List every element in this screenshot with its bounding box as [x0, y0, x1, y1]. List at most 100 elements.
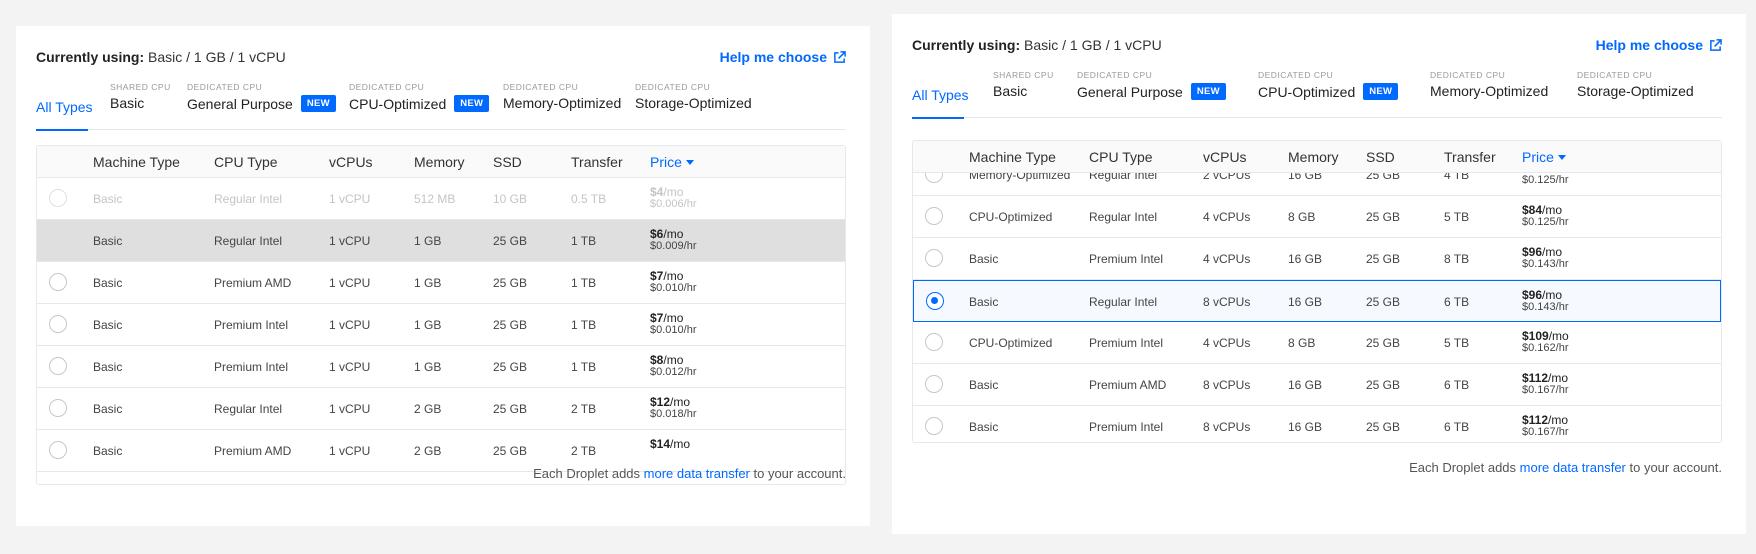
table-row-selected[interactable]: Basic Regular Intel 8 vCPUs 16 GB 25 GB 6 TB $…: [913, 280, 1721, 322]
size-radio[interactable]: [926, 292, 944, 310]
size-radio[interactable]: [925, 207, 943, 225]
machine-type-cell: Basic: [969, 420, 999, 434]
size-radio[interactable]: [925, 417, 943, 435]
size-radio[interactable]: [925, 173, 943, 183]
price-header[interactable]: Price: [1522, 149, 1566, 165]
size-radio[interactable]: [925, 375, 943, 393]
new-badge: NEW: [1363, 83, 1399, 100]
vcpus-cell: 1 vCPU: [329, 276, 371, 290]
price-cell: $96/mo $0.143/hr: [1522, 246, 1568, 270]
table-body[interactable]: Memory-Optimized Regular Intel 2 vCPUs 16 G…: [913, 173, 1721, 442]
current-plan-text: Currently using: Basic / 1 GB / 1 vCPU: [912, 37, 1162, 53]
memory-cell: 8 GB: [1288, 336, 1316, 350]
monthly-price: $6/mo: [650, 227, 684, 241]
more-data-transfer-link[interactable]: more data transfer: [1520, 460, 1626, 475]
price-cell: $84/mo$0.125/hr: [1522, 204, 1568, 228]
table-row[interactable]: Basic Premium AMD 1 vCPU 1 GB 25 GB 1 TB $7/mo…: [37, 262, 845, 304]
vcpus-cell: 8 vCPUs: [1203, 420, 1251, 434]
ssd-cell: 25 GB: [493, 360, 528, 374]
cpu-type-cell: Premium Intel: [214, 318, 289, 332]
size-radio[interactable]: [925, 333, 943, 351]
memory-cell: 16 GB: [1288, 420, 1323, 434]
memory-cell: 2 GB: [414, 444, 442, 458]
table-row[interactable]: CPU-Optimized Premium Intel 4 vCPUs 8 GB 25 …: [913, 322, 1721, 364]
monthly-price: $4/mo: [650, 185, 684, 199]
price-cell: $4/mo $0.006/hr: [650, 186, 696, 210]
size-radio[interactable]: [49, 399, 67, 417]
table-body[interactable]: Basic Regular Intel 1 vCPU 512 MB 10 GB 0.5 T…: [37, 178, 845, 484]
help-me-choose-link[interactable]: Help me choose: [1596, 37, 1722, 53]
price-cell: $8/mo $0.012/hr: [650, 354, 696, 378]
ssd-cell: 25 GB: [1366, 210, 1401, 224]
transfer-cell: 4 TB: [1444, 173, 1470, 182]
hourly-price: $0.143/hr: [1522, 301, 1569, 313]
ssd-cell: 25 GB: [493, 444, 528, 458]
price-header[interactable]: Price: [650, 154, 694, 170]
machine-type-cell: Memory-Optimized: [969, 173, 1071, 182]
ssd-header: SSD: [493, 154, 522, 170]
vcpus-cell: 4 vCPUs: [1203, 210, 1251, 224]
size-radio: [49, 189, 67, 207]
memory-cell: 8 GB: [1288, 210, 1316, 224]
monthly-price: $112/mo: [1522, 413, 1569, 427]
ssd-cell: 25 GB: [1366, 420, 1401, 434]
panel-header: Currently using: Basic / 1 GB / 1 vCPU H…: [912, 24, 1722, 64]
machine-type-cell: Basic: [93, 192, 123, 206]
table-row[interactable]: Memory-Optimized Regular Intel 2 vCPUs 16 G…: [913, 173, 1721, 196]
transfer-cell: 6 TB: [1444, 295, 1470, 309]
table-header: Machine Type CPU Type vCPUs Memory SSD Transf…: [913, 141, 1721, 173]
monthly-price: $112/mo: [1522, 371, 1569, 385]
price-cell: $12/mo $0.018/hr: [650, 396, 696, 420]
table-row[interactable]: Basic Premium AMD 8 vCPUs 16 GB 25 GB 6 TB $11…: [913, 364, 1721, 406]
price-cell: $96/mo $0.143/hr: [1522, 289, 1568, 313]
memory-cell: 1 GB: [414, 234, 442, 248]
tab-all-types[interactable]: All Types: [912, 70, 969, 119]
monthly-price: $14/mo: [650, 437, 691, 451]
hourly-price: $0.167/hr: [1522, 426, 1569, 438]
price-cell: $112/mo $0.167/hr: [1522, 414, 1568, 438]
hourly-price: $0.125/hr: [1522, 216, 1569, 228]
vcpus-cell: 1 vCPU: [329, 402, 371, 416]
help-me-choose-link[interactable]: Help me choose: [720, 49, 846, 65]
table-row[interactable]: Basic Premium Intel 1 vCPU 1 GB 25 GB 1 TB $7/…: [37, 304, 845, 346]
new-badge: NEW: [300, 95, 336, 112]
table-row[interactable]: Basic Regular Intel 1 vCPU 2 GB 25 GB 2 TB $12…: [37, 388, 845, 430]
monthly-price: $7/mo: [650, 269, 684, 283]
hourly-price: $0.010/hr: [650, 282, 697, 294]
table-row[interactable]: CPU-Optimized Regular Intel 4 vCPUs 8 GB 25 …: [913, 196, 1721, 238]
machine-type-cell: CPU-Optimized: [969, 336, 1053, 350]
price-cell: $6/mo $0.009/hr: [650, 228, 696, 252]
machine-type-cell: Basic: [93, 444, 123, 458]
memory-cell: 16 GB: [1288, 173, 1323, 182]
cpu-type-cell: Regular Intel: [1089, 210, 1158, 224]
memory-cell: 16 GB: [1288, 295, 1323, 309]
hourly-price: $0.018/hr: [650, 408, 697, 420]
ssd-cell: 25 GB: [493, 402, 528, 416]
transfer-cell: 2 TB: [571, 444, 597, 458]
ssd-cell: 10 GB: [493, 192, 528, 206]
cpu-type-cell: Premium Intel: [214, 360, 289, 374]
table-row[interactable]: Basic Premium Intel 8 vCPUs 16 GB 25 GB 6 TB $…: [913, 406, 1721, 442]
more-data-transfer-link[interactable]: more data transfer: [644, 466, 750, 481]
machine-type-cell: Basic: [93, 276, 123, 290]
ssd-cell: 25 GB: [493, 276, 528, 290]
tab-all-types[interactable]: All Types: [36, 82, 93, 131]
price-cell: $7/mo $0.010/hr: [650, 312, 696, 336]
hourly-price: $0.009/hr: [650, 240, 697, 252]
table-row[interactable]: Basic Premium Intel 1 vCPU 1 GB 25 GB 1 TB $8/…: [37, 346, 845, 388]
size-radio[interactable]: [49, 357, 67, 375]
machine-type-cell: Basic: [93, 318, 123, 332]
hourly-price: $0.125/hr: [1522, 174, 1569, 186]
machine-type-cell: Basic: [969, 378, 999, 392]
transfer-cell: 0.5 TB: [571, 192, 607, 206]
size-radio[interactable]: [925, 249, 943, 267]
size-radio[interactable]: [49, 441, 67, 459]
table-row: Basic Regular Intel 1 vCPU 512 MB 10 GB 0.5 T…: [37, 178, 845, 220]
size-radio[interactable]: [49, 315, 67, 333]
table-row[interactable]: Basic Premium Intel 4 vCPUs 16 GB 25 GB 8 TB $…: [913, 238, 1721, 280]
memory-cell: 512 MB: [414, 192, 456, 206]
size-radio[interactable]: [49, 273, 67, 291]
memory-cell: 1 GB: [414, 360, 442, 374]
vcpus-header: vCPUs: [329, 154, 373, 170]
machine-type-header: Machine Type: [93, 154, 180, 170]
